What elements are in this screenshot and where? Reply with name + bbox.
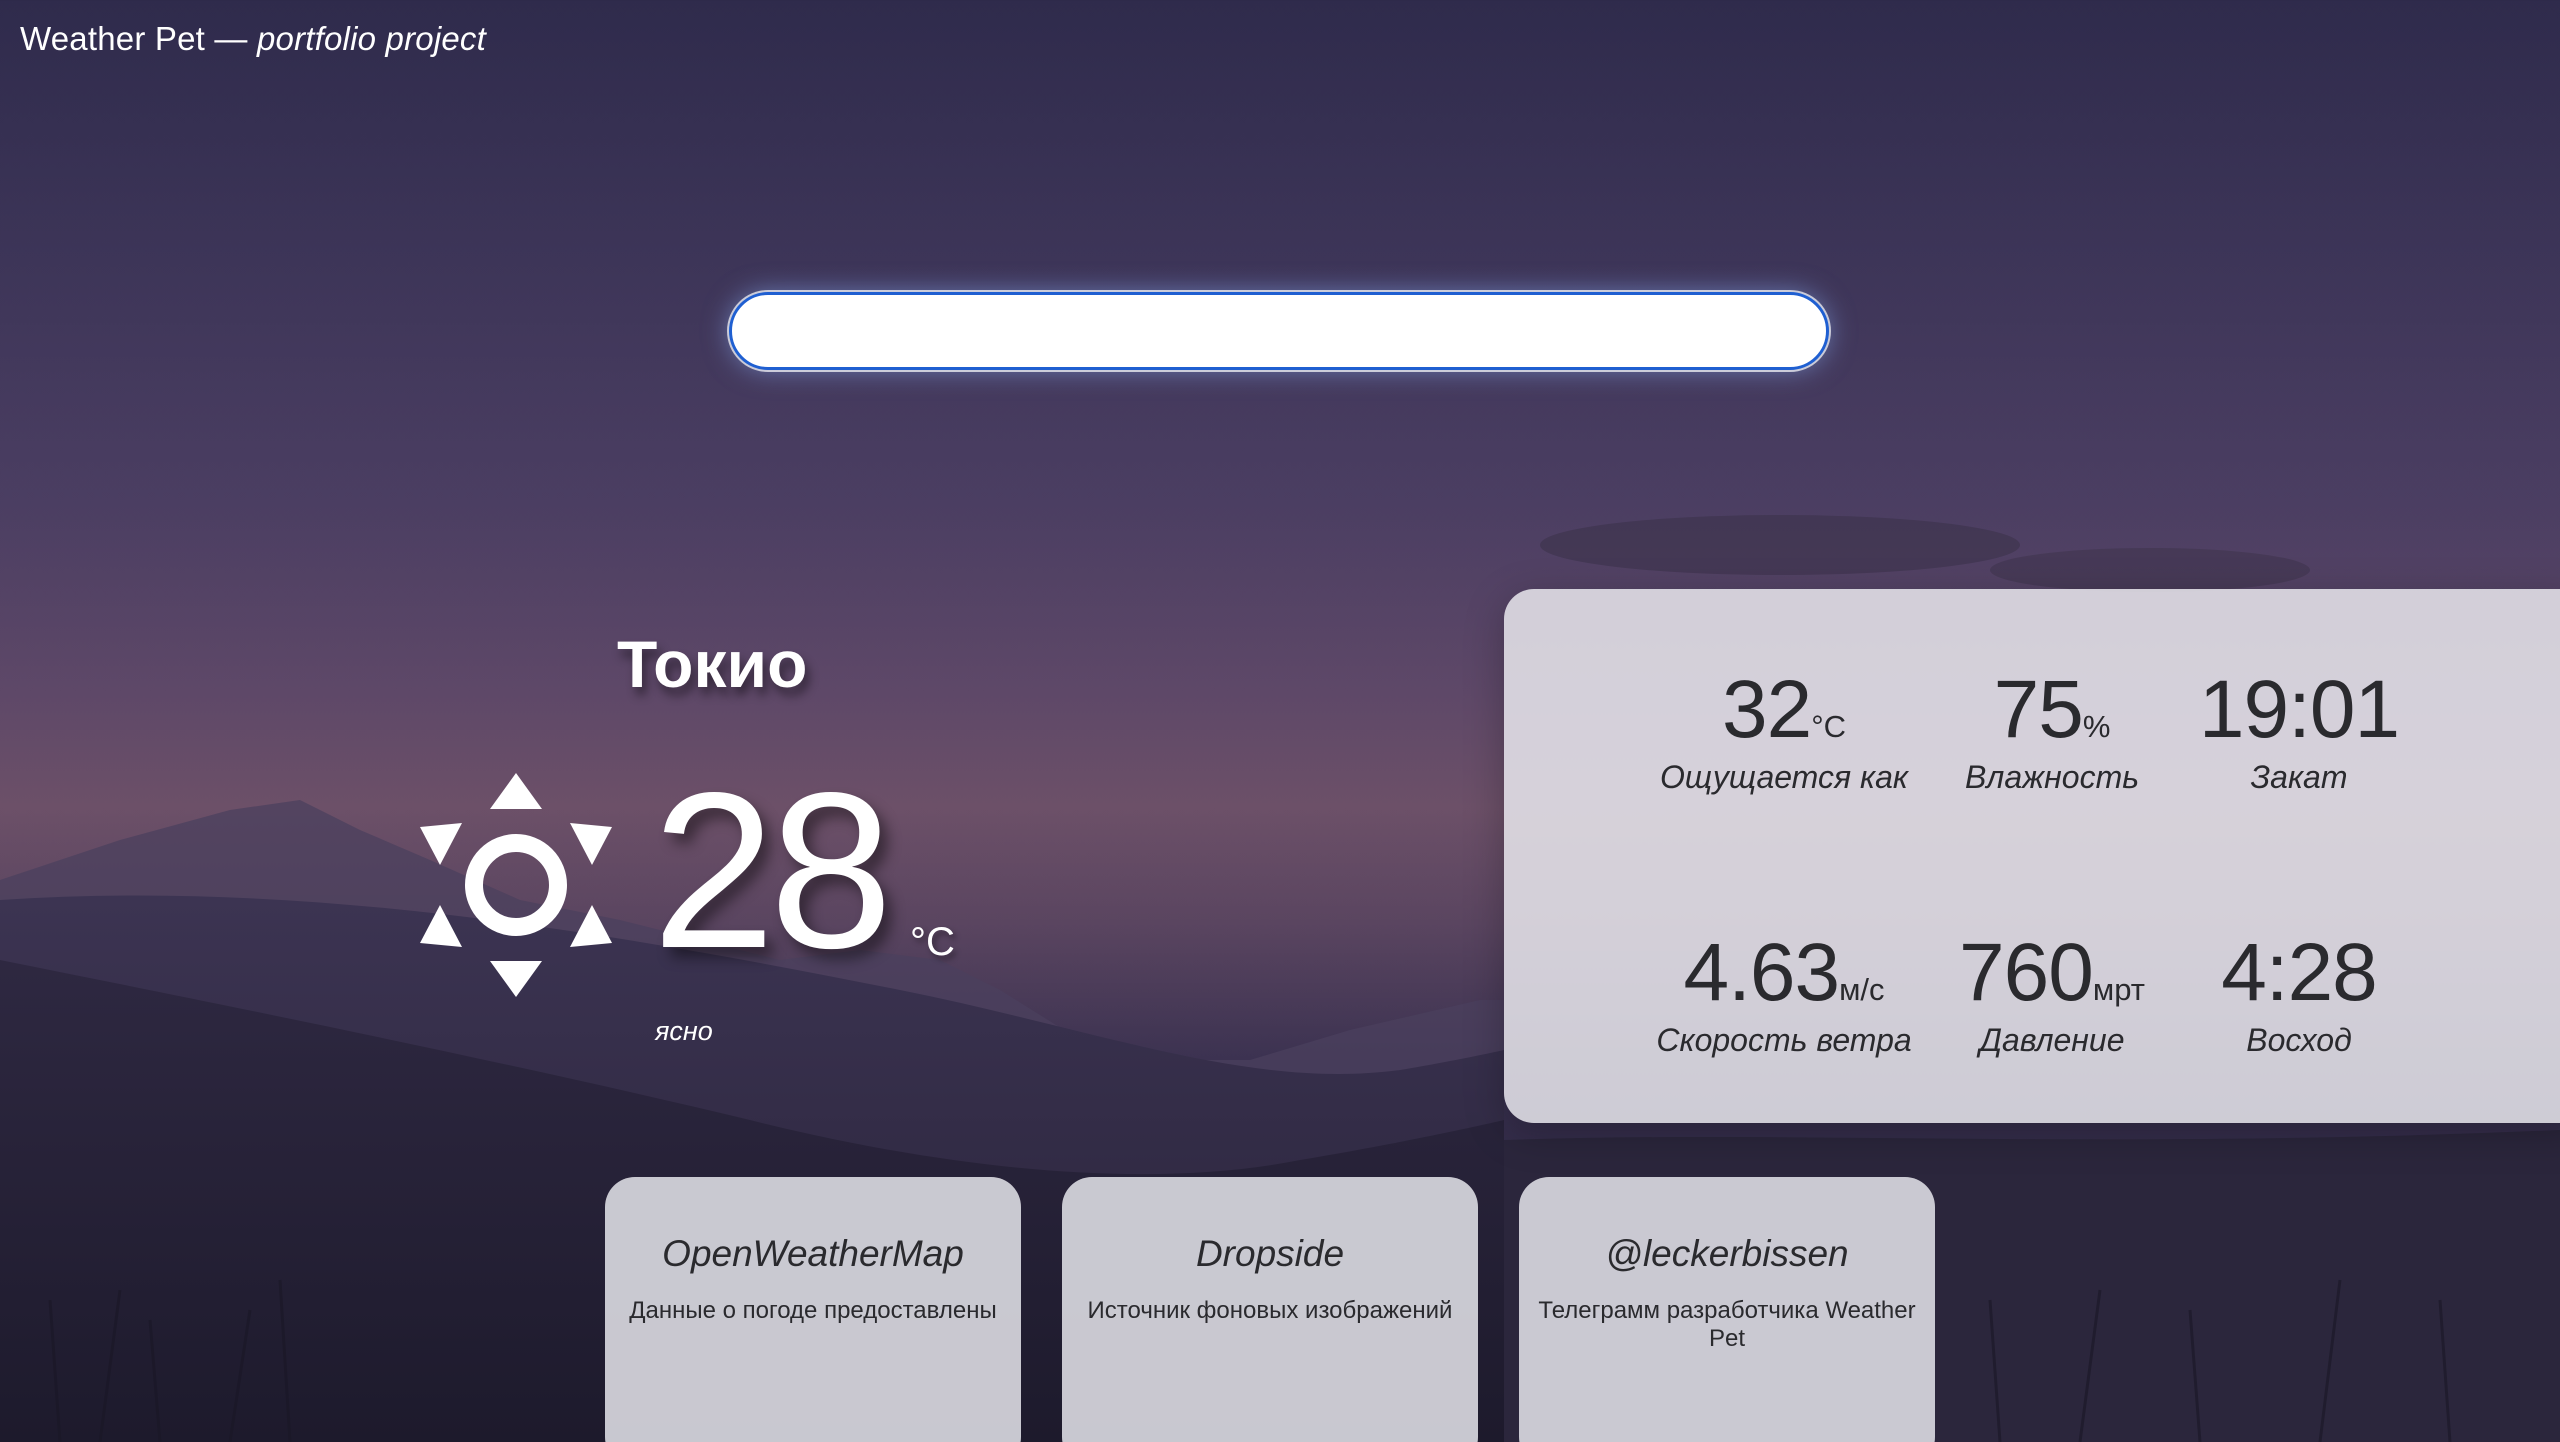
wind-unit: м/с (1839, 972, 1885, 1007)
credit-card-dropside[interactable]: Dropside Источник фоновых изображений (1062, 1177, 1478, 1442)
feels-like-label: Ощущается как (1660, 759, 1908, 795)
site-title-subtitle: portfolio project (256, 20, 486, 57)
credit-title: Dropside (1195, 1233, 1345, 1274)
credit-description: Телеграмм разработчика Weather Pet (1538, 1297, 1916, 1352)
weather-condition: ясно (655, 1016, 713, 1046)
credit-description: Источник фоновых изображений (1087, 1297, 1453, 1324)
city-search-input[interactable] (729, 292, 1829, 370)
metric-feels-like: 32°C Ощущается как (1634, 669, 1934, 796)
wind-value: 4.63 (1683, 927, 1840, 1018)
site-title: Weather Pet — portfolio project (20, 20, 486, 58)
metric-wind: 4.63м/с Скорость ветра (1634, 932, 1934, 1059)
credit-description: Данные о погоде предоставлены (629, 1297, 997, 1324)
sun-icon (420, 773, 612, 997)
credit-title: OpenWeatherMap (662, 1233, 964, 1274)
city-name: Токио (617, 627, 808, 701)
credit-card-telegram[interactable]: @leckerbissen Телеграмм разработчика Wea… (1519, 1177, 1935, 1442)
sunset-value: 19:01 (2198, 664, 2400, 755)
sunset-label: Закат (2250, 759, 2348, 795)
metric-sunset: 19:01 Закат (2149, 669, 2449, 796)
wind-label: Скорость ветра (1656, 1022, 1912, 1058)
sunrise-label: Восход (2246, 1022, 2352, 1058)
pressure-unit: мрт (2092, 972, 2145, 1007)
temperature-unit: °C (910, 920, 955, 964)
credit-card-openweathermap[interactable]: OpenWeatherMap Данные о погоде предостав… (605, 1177, 1021, 1442)
feels-like-value: 32 (1721, 664, 1812, 755)
pressure-value: 760 (1959, 927, 2094, 1018)
current-temperature: 28 (652, 747, 893, 995)
humidity-unit: % (2082, 709, 2111, 744)
humidity-value: 75 (1993, 664, 2084, 755)
credit-title: @leckerbissen (1605, 1233, 1849, 1274)
feels-like-unit: °C (1811, 709, 1846, 744)
sunrise-value: 4:28 (2221, 927, 2378, 1018)
site-title-name: Weather Pet — (20, 20, 248, 57)
weather-details-panel: 32°C Ощущается как 75% Влажность 19:01 З… (1504, 589, 2560, 1123)
metric-sunrise: 4:28 Восход (2149, 932, 2449, 1059)
